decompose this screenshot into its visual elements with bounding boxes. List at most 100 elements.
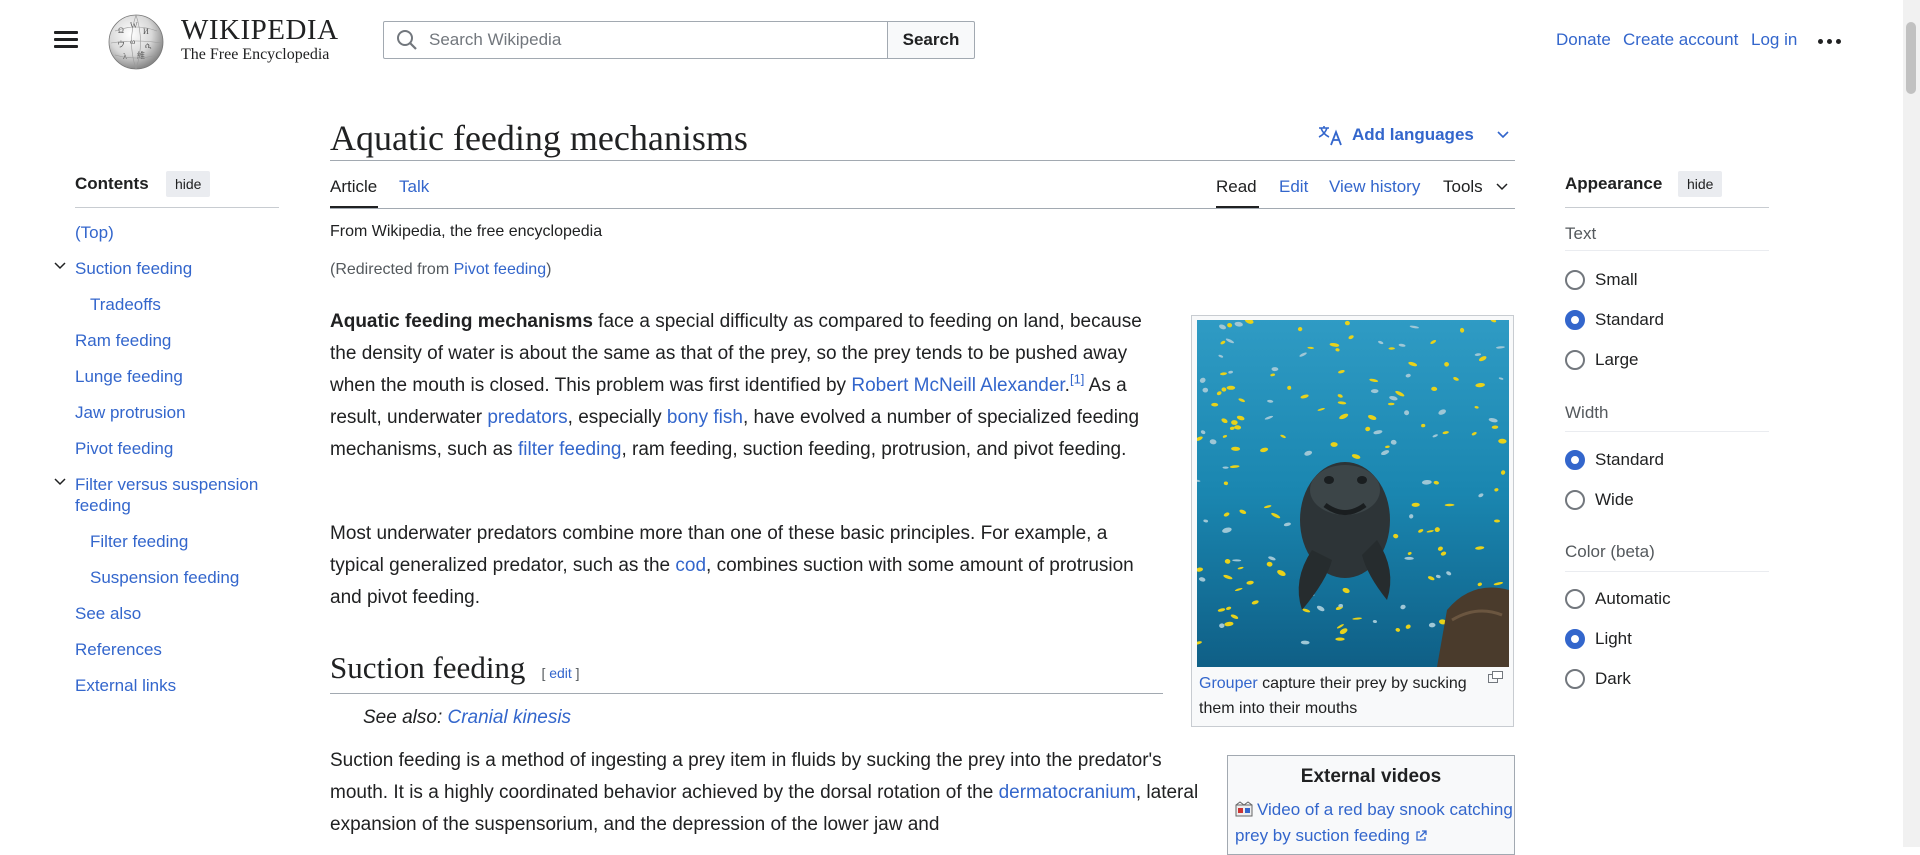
external-video-link[interactable]: Video of a red bay snook catching prey b… [1235, 797, 1515, 849]
search-icon [397, 30, 417, 50]
toc-item-pivot-feeding[interactable]: Pivot feeding [75, 438, 173, 459]
article-subject: Aquatic feeding mechanisms [330, 311, 593, 332]
tools-label: Tools [1443, 177, 1483, 196]
toc-item-filter-feeding[interactable]: Filter feeding [90, 531, 188, 552]
reference-link[interactable]: [1] [1070, 372, 1084, 387]
link-cod[interactable]: cod [675, 555, 706, 576]
search-box[interactable] [383, 21, 888, 59]
radio-color-automatic[interactable]: Automatic [1565, 589, 1671, 609]
link-cranial-kinesis[interactable]: Cranial kinesis [448, 707, 572, 728]
toc-item-see-also[interactable]: See also [75, 603, 141, 624]
radio-indicator [1565, 350, 1585, 370]
radio-label: Standard [1595, 450, 1664, 469]
scrollbar-track[interactable] [1903, 0, 1920, 847]
site-subtitle: From Wikipedia, the free encyclopedia [330, 223, 603, 240]
wikipedia-tagline: The Free Encyclopedia [181, 46, 330, 63]
fish-shape [1226, 385, 1236, 390]
external-videos-title: External videos [1300, 766, 1442, 787]
radio-indicator [1565, 669, 1585, 689]
paragraph-3: Suction feeding is a method of ingesting… [330, 745, 1205, 841]
tab-talk[interactable]: Talk [399, 177, 429, 197]
toc-item-jaw-protrusion[interactable]: Jaw protrusion [75, 402, 186, 423]
link-predators[interactable]: predators [487, 407, 567, 428]
toc-item-suspension-feeding[interactable]: Suspension feeding [90, 567, 239, 588]
log-in-link[interactable]: Log in [1751, 30, 1797, 50]
radio-width-wide[interactable]: Wide [1565, 490, 1634, 510]
toc-item-lunge-feeding[interactable]: Lunge feeding [75, 366, 183, 387]
radio-text-small[interactable]: Small [1565, 270, 1638, 290]
appearance-hide-button[interactable]: hide [1678, 171, 1723, 197]
more-options-icon[interactable] [1818, 30, 1846, 52]
chevron-down-icon [1497, 131, 1509, 139]
radio-indicator-selected [1565, 310, 1585, 330]
chevron-down-icon [1496, 183, 1508, 191]
radio-text-standard[interactable]: Standard [1565, 310, 1664, 330]
language-icon [1318, 126, 1342, 146]
divider [330, 208, 1515, 209]
tab-view-history[interactable]: View history [1329, 177, 1420, 197]
wikipedia-wordmark[interactable]: WIKIPEDIA [181, 14, 339, 47]
video-icon [1235, 801, 1253, 817]
text: , ram feeding, suction feeding, protrusi… [621, 439, 1127, 460]
section-edit-link[interactable]: edit [549, 665, 572, 681]
donate-link[interactable]: Donate [1556, 30, 1611, 50]
link-dermatocranium[interactable]: dermatocranium [999, 782, 1136, 803]
toc-item-references[interactable]: References [75, 639, 162, 660]
radio-indicator-selected [1565, 450, 1585, 470]
redirect-prefix: (Redirected from [330, 261, 454, 278]
external-link-icon [1415, 830, 1427, 841]
search-button[interactable]: Search [887, 21, 975, 59]
radio-label: Wide [1595, 490, 1634, 509]
add-languages-button[interactable]: Add languages [1318, 124, 1510, 146]
fish-shape [1335, 637, 1345, 641]
toc-hide-button[interactable]: hide [166, 171, 211, 197]
divider [330, 693, 1163, 694]
main-menu-icon[interactable] [54, 31, 78, 49]
toc-item-filter-versus-suspension[interactable]: Filter versus suspension [75, 474, 258, 495]
grouper-photo[interactable] [1197, 320, 1509, 667]
text-size-label: Text [1565, 224, 1597, 243]
radio-label: Standard [1595, 310, 1664, 329]
svg-text:ω: ω [130, 37, 135, 46]
toc-item-top[interactable]: (Top) [75, 222, 114, 243]
wikipedia-globe-icon[interactable]: ΩWИ ウωሲ λ維 [105, 13, 168, 70]
link-robert-mcneill-alexander[interactable]: Robert McNeill Alexander [851, 375, 1064, 396]
tab-read[interactable]: Read [1216, 177, 1257, 197]
radio-color-light[interactable]: Light [1565, 629, 1632, 649]
svg-text:ሲ: ሲ [145, 41, 152, 50]
chevron-down-icon[interactable] [53, 475, 67, 489]
enlarge-icon[interactable] [1488, 671, 1503, 683]
text: , especially [567, 407, 667, 428]
toc-item-tradeoffs[interactable]: Tradeoffs [90, 294, 161, 315]
create-account-link[interactable]: Create account [1623, 30, 1738, 50]
see-also-hatnote: See also: Cranial kinesis [363, 707, 571, 729]
section-heading: Suction feeding [ edit ] [330, 650, 580, 686]
radio-label: Large [1595, 350, 1639, 369]
link-grouper[interactable]: Grouper [1199, 675, 1258, 692]
search-input[interactable] [427, 29, 871, 51]
toc-item-suction-feeding[interactable]: Suction feeding [75, 258, 192, 279]
external-video-label: Video of a red bay snook catching prey b… [1235, 800, 1513, 845]
tab-tools[interactable]: Tools [1443, 177, 1509, 197]
see-also-prefix: See also: [363, 707, 448, 728]
tab-edit[interactable]: Edit [1279, 177, 1308, 197]
divider [1565, 250, 1769, 251]
scrollbar-thumb[interactable] [1906, 22, 1916, 94]
appearance-title: Appearance [1565, 174, 1663, 193]
redirect-link[interactable]: Pivot feeding [454, 261, 547, 278]
link-bony-fish[interactable]: bony fish [667, 407, 743, 428]
tab-article[interactable]: Article [330, 177, 377, 197]
toc-item-external-links[interactable]: External links [75, 675, 176, 696]
radio-text-large[interactable]: Large [1565, 350, 1638, 370]
radio-color-dark[interactable]: Dark [1565, 669, 1631, 689]
svg-text:Ω: Ω [118, 26, 124, 35]
divider [1565, 571, 1769, 572]
link-filter-feeding[interactable]: filter feeding [518, 439, 622, 460]
chevron-down-icon[interactable] [53, 259, 67, 273]
radio-width-standard[interactable]: Standard [1565, 450, 1664, 470]
toc-item-ram-feeding[interactable]: Ram feeding [75, 330, 171, 351]
toc-title: Contents [75, 174, 149, 193]
toc-item-filter-versus-suspension-cont[interactable]: feeding [75, 495, 131, 516]
radio-label: Light [1595, 629, 1632, 648]
radio-label: Small [1595, 270, 1638, 289]
